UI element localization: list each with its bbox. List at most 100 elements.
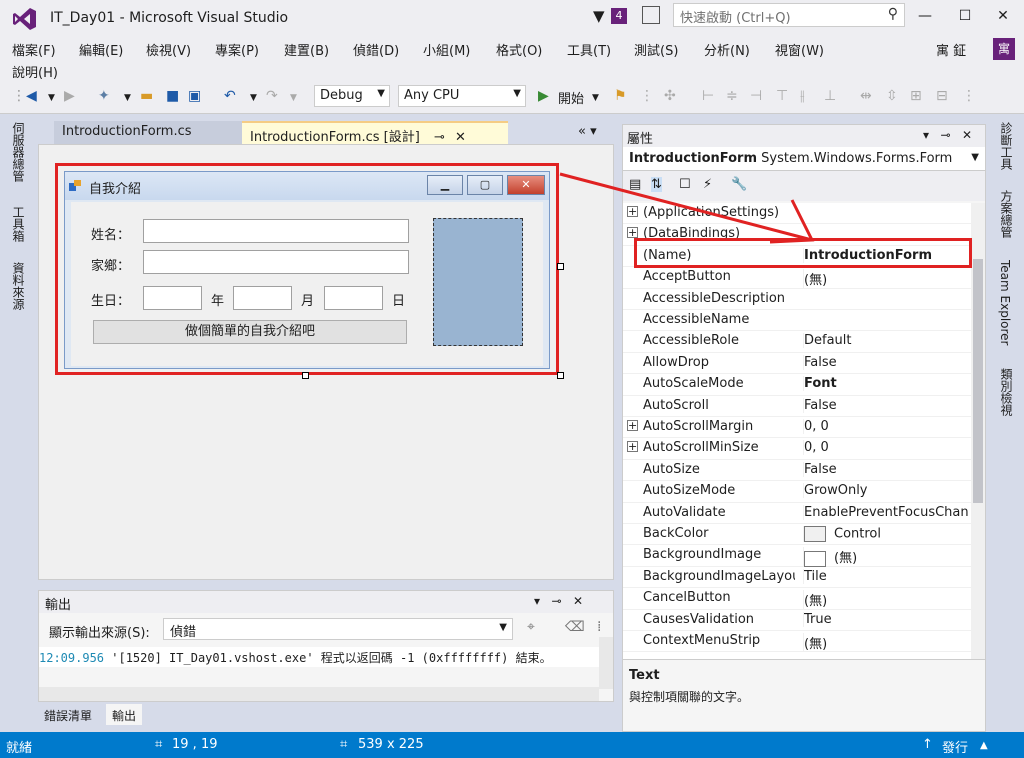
toolbar-grip-icon[interactable]: ⋮ xyxy=(12,88,26,104)
close-icon[interactable]: ✕ xyxy=(962,128,972,142)
menu-file[interactable]: 檔案(F) xyxy=(12,40,56,59)
horizontal-spacing-icon[interactable]: ⇹ xyxy=(860,88,872,104)
team-explorer-tab[interactable]: Team Explorer xyxy=(998,260,1012,346)
clear-all-icon[interactable]: ⌫ xyxy=(565,619,585,635)
menu-debug[interactable]: 偵錯(D) xyxy=(353,40,399,59)
menu-project[interactable]: 專案(P) xyxy=(215,40,259,59)
menu-help[interactable]: 說明(H) xyxy=(12,62,58,81)
property-row[interactable]: AccessibleName xyxy=(623,310,971,332)
center-horizontally-icon[interactable]: ⊞ xyxy=(910,88,922,104)
property-value[interactable]: (無) xyxy=(803,269,969,289)
property-row[interactable]: + AutoScrollMinSize 0, 0 xyxy=(623,438,971,460)
property-value[interactable]: (無) xyxy=(803,547,969,567)
tab-output[interactable]: 輸出 xyxy=(106,704,143,725)
window-menu-icon[interactable]: ▾ xyxy=(534,594,540,608)
find-in-files-icon[interactable]: ⚑ xyxy=(614,88,627,104)
class-view-tab[interactable]: 類別檢視 xyxy=(998,368,1015,416)
close-button[interactable]: ✕ xyxy=(988,4,1018,28)
redo-dropdown-icon[interactable]: ▼ xyxy=(290,93,297,103)
find-message-icon[interactable]: ⌖ xyxy=(527,619,535,635)
filter-icon[interactable]: ▼ xyxy=(593,7,605,25)
vertical-spacing-icon[interactable]: ⇳ xyxy=(886,88,898,104)
property-row[interactable]: BackgroundImageLayout Tile xyxy=(623,567,971,589)
property-value[interactable]: EnablePreventFocusChange xyxy=(803,504,969,520)
output-source-select[interactable]: 偵錯 ▼ xyxy=(163,618,513,640)
expand-icon[interactable]: + xyxy=(627,227,638,239)
property-value[interactable]: (無) xyxy=(803,633,969,652)
align-left-icon[interactable]: ⊢ xyxy=(702,88,714,104)
menu-window[interactable]: 視窗(W) xyxy=(775,40,824,59)
resize-handle-corner[interactable] xyxy=(557,372,564,379)
property-value[interactable]: 0, 0 xyxy=(803,419,969,434)
menu-format[interactable]: 格式(O) xyxy=(496,40,542,59)
tab-error-list[interactable]: 錯誤清單 xyxy=(38,704,98,725)
platform-select[interactable]: Any CPU ▼ xyxy=(398,85,526,107)
back-icon[interactable]: ◀ xyxy=(26,88,37,104)
back-dropdown-icon[interactable]: ▼ xyxy=(48,93,55,103)
save-icon[interactable]: ■ xyxy=(166,88,179,104)
notification-badge[interactable]: 4 xyxy=(611,8,627,24)
property-row[interactable]: + (ApplicationSettings) xyxy=(623,203,971,225)
property-row[interactable]: AccessibleDescription xyxy=(623,289,971,310)
output-vertical-scrollbar[interactable] xyxy=(599,637,613,689)
feedback-icon[interactable] xyxy=(642,6,660,24)
property-row[interactable]: AutoValidate EnablePreventFocusChange xyxy=(623,503,971,524)
property-value[interactable]: True xyxy=(803,611,969,627)
property-pages-icon[interactable]: 🔧 xyxy=(731,177,747,192)
property-row[interactable]: AcceptButton (無) xyxy=(623,267,971,289)
property-value[interactable]: Control xyxy=(803,526,969,542)
pin-icon[interactable]: ⊸ xyxy=(940,128,950,142)
categorized-icon[interactable]: ▤ xyxy=(629,177,641,192)
tab-introductionform-designer[interactable]: IntroductionForm.cs [設計] ⊸ ✕ xyxy=(242,121,508,145)
resize-handle-bottom[interactable] xyxy=(302,372,309,379)
tabs-overflow-icon[interactable]: « ▾ xyxy=(578,124,597,139)
alphabetical-icon[interactable]: ⇅ xyxy=(651,177,662,192)
property-row[interactable]: CausesValidation True xyxy=(623,610,971,631)
object-selector[interactable]: IntroductionForm System.Windows.Forms.Fo… xyxy=(623,147,985,171)
save-all-icon[interactable]: ▣ xyxy=(188,88,201,104)
expand-icon[interactable]: + xyxy=(627,420,638,431)
publish-menu-icon[interactable]: ▲ xyxy=(980,740,988,751)
expand-icon[interactable]: + xyxy=(627,206,638,217)
server-explorer-tab[interactable]: 伺服器總管 xyxy=(10,122,27,182)
align-bottom-icon[interactable]: ⊥ xyxy=(824,88,836,104)
forward-icon[interactable]: ▶ xyxy=(64,88,75,104)
data-sources-tab[interactable]: 資料來源 xyxy=(10,262,27,310)
property-row[interactable]: CancelButton (無) xyxy=(623,588,971,610)
close-icon[interactable]: ✕ xyxy=(573,594,583,608)
pin-icon[interactable]: ⊸ xyxy=(434,130,445,145)
center-vertically-icon[interactable]: ⊟ xyxy=(936,88,948,104)
solution-config-select[interactable]: Debug ▼ xyxy=(314,85,390,107)
window-menu-icon[interactable]: ▾ xyxy=(923,128,929,142)
start-icon[interactable]: ▶ xyxy=(538,88,549,104)
start-dropdown-icon[interactable]: ▼ xyxy=(592,93,599,103)
align-grid-icon[interactable]: ✣ xyxy=(664,88,676,104)
property-row[interactable]: AllowDrop False xyxy=(623,353,971,375)
property-row[interactable]: AccessibleRole Default xyxy=(623,331,971,353)
minimize-button[interactable]: — xyxy=(910,4,940,28)
properties-scrollbar-thumb[interactable] xyxy=(973,259,983,503)
property-value[interactable]: GrowOnly xyxy=(803,483,969,499)
menu-test[interactable]: 測試(S) xyxy=(634,40,678,59)
resize-handle-right[interactable] xyxy=(557,263,564,270)
property-value[interactable]: Tile xyxy=(803,568,969,584)
start-button-label[interactable]: 開始 xyxy=(558,88,584,107)
close-icon[interactable]: ✕ xyxy=(455,130,466,145)
properties-icon[interactable]: ☐ xyxy=(679,177,691,192)
undo-dropdown-icon[interactable]: ▼ xyxy=(250,93,257,103)
avatar[interactable]: 寓 xyxy=(993,38,1015,60)
diagnostic-tools-tab[interactable]: 診斷工具 xyxy=(998,122,1015,170)
toolbar-options-icon[interactable]: ⋮ xyxy=(640,88,654,104)
property-value[interactable]: False xyxy=(803,397,969,413)
events-icon[interactable]: ⚡ xyxy=(703,177,712,192)
menu-view[interactable]: 檢視(V) xyxy=(146,40,191,59)
align-center-icon[interactable]: ≑ xyxy=(726,88,738,104)
align-top-icon[interactable]: ⊤ xyxy=(776,88,788,104)
property-row[interactable]: AutoSize False xyxy=(623,460,971,482)
property-value[interactable]: 0, 0 xyxy=(803,440,969,456)
search-icon[interactable]: ⚲ xyxy=(888,6,898,22)
property-value[interactable]: False xyxy=(803,354,969,370)
property-row[interactable]: AutoScaleMode Font xyxy=(623,374,971,396)
solution-explorer-tab[interactable]: 方案總管 xyxy=(998,190,1015,238)
tab-introductionform-code[interactable]: IntroductionForm.cs xyxy=(54,121,254,144)
